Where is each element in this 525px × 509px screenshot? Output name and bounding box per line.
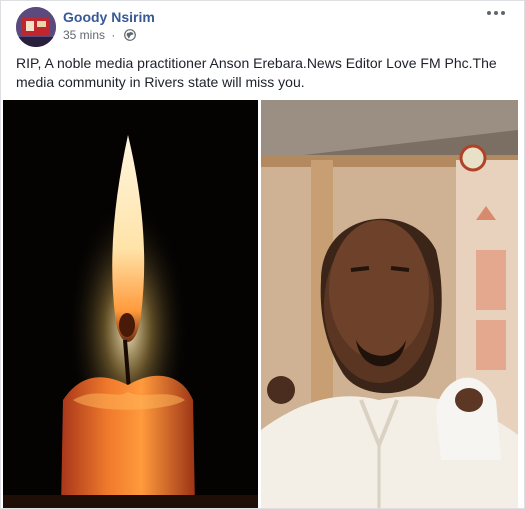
more-options-icon[interactable] (486, 7, 506, 23)
post-header: Goody Nsirim 35 mins · (1, 1, 524, 51)
author-name[interactable]: Goody Nsirim (63, 9, 155, 25)
post-text: RIP, A noble media practitioner Anson Er… (16, 55, 497, 90)
globe-icon[interactable] (123, 29, 136, 44)
photo-grid (3, 100, 524, 508)
facebook-post: Goody Nsirim 35 mins · RIP, A noble medi… (0, 0, 525, 509)
man-portrait-photo[interactable] (261, 100, 518, 508)
post-meta: 35 mins · (63, 28, 136, 44)
author-avatar[interactable] (16, 7, 56, 47)
post-timestamp[interactable]: 35 mins (63, 28, 105, 42)
meta-separator: · (111, 28, 116, 42)
candle-photo[interactable] (3, 100, 258, 508)
